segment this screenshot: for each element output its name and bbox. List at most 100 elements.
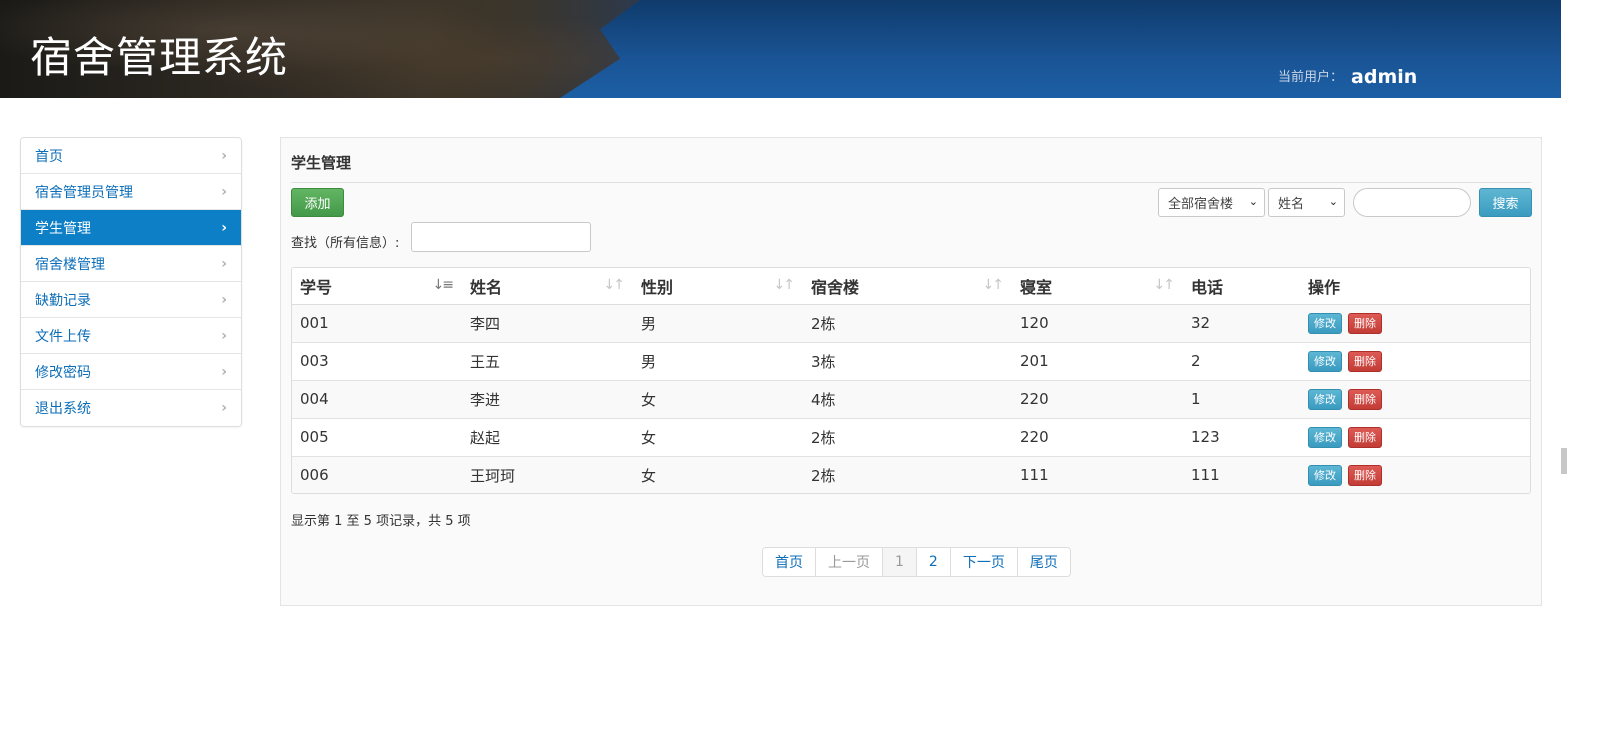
cell-phone: 111: [1183, 456, 1300, 493]
current-user-label: 当前用户：: [1278, 70, 1344, 85]
delete-button[interactable]: 删除: [1348, 388, 1382, 410]
cell-actions: 修改 删除: [1300, 456, 1530, 493]
cell-actions: 修改 删除: [1300, 418, 1530, 457]
search-input[interactable]: [1353, 188, 1471, 217]
cell-id: 001: [292, 304, 462, 343]
page-last[interactable]: 尾页: [1017, 548, 1070, 576]
search-button[interactable]: 搜索: [1479, 188, 1532, 217]
column-header-actions: 操作: [1300, 268, 1530, 305]
pagination: 首页 上一页 1 2 下一页 尾页: [762, 547, 1071, 577]
page-prev[interactable]: 上一页: [816, 548, 883, 576]
find-all-input[interactable]: [411, 222, 591, 252]
building-select[interactable]: 全部宿舍楼 ⌄: [1158, 188, 1265, 217]
column-header-id[interactable]: 学号 ↓≡: [292, 268, 462, 305]
sidebar-item-change-password[interactable]: 修改密码 ›: [21, 354, 241, 390]
sidebar-item-home[interactable]: 首页 ›: [21, 138, 241, 174]
cell-building: 2栋: [803, 418, 1012, 457]
chevron-down-icon: ⌄: [1328, 195, 1338, 208]
sidebar-item-building-management[interactable]: 宿舍楼管理 ›: [21, 246, 241, 282]
sidebar-item-label: 宿舍楼管理: [35, 256, 105, 273]
column-header-name[interactable]: 姓名 ↓↑: [462, 268, 633, 305]
add-button[interactable]: 添加: [291, 188, 344, 217]
cell-name: 赵起: [462, 418, 633, 457]
edit-button[interactable]: 修改: [1308, 388, 1342, 410]
building-select-value: 全部宿舍楼: [1168, 197, 1234, 212]
cell-gender: 女: [633, 418, 803, 457]
sidebar-item-file-upload[interactable]: 文件上传 ›: [21, 318, 241, 354]
cell-actions: 修改 删除: [1300, 304, 1530, 343]
column-header-label: 操作: [1308, 277, 1341, 297]
sidebar-item-admin-management[interactable]: 宿舍管理员管理 ›: [21, 174, 241, 210]
edit-button[interactable]: 修改: [1308, 426, 1342, 448]
cell-room: 111: [1012, 456, 1183, 493]
table-row: 005 赵起 女 2栋 220 123 修改 删除: [292, 418, 1530, 457]
column-header-room[interactable]: 寝室 ↓↑: [1012, 268, 1183, 305]
page-next[interactable]: 下一页: [950, 548, 1018, 576]
cell-id: 005: [292, 418, 462, 457]
page-1[interactable]: 1: [883, 548, 917, 576]
chevron-right-icon: ›: [221, 147, 227, 164]
divider: [291, 182, 1531, 183]
cell-gender: 男: [633, 342, 803, 381]
column-header-building[interactable]: 宿舍楼 ↓↑: [803, 268, 1012, 305]
sidebar-item-label: 退出系统: [35, 401, 91, 417]
cell-room: 220: [1012, 418, 1183, 457]
table-row: 001 李四 男 2栋 120 32 修改 删除: [292, 304, 1530, 343]
sidebar-item-logout[interactable]: 退出系统 ›: [21, 390, 241, 426]
sidebar-item-label: 修改密码: [35, 364, 91, 381]
records-info: 显示第 1 至 5 项记录，共 5 项: [291, 514, 471, 529]
panel-title: 学生管理: [291, 154, 352, 172]
sidebar-item-label: 学生管理: [35, 220, 91, 237]
column-header-gender[interactable]: 性别 ↓↑: [633, 268, 803, 305]
column-header-label: 宿舍楼: [811, 277, 860, 297]
sidebar-item-label: 首页: [35, 148, 63, 165]
delete-button[interactable]: 删除: [1348, 464, 1382, 486]
cell-name: 王珂珂: [462, 456, 633, 493]
cell-building: 4栋: [803, 380, 1012, 419]
sidebar-item-label: 文件上传: [35, 328, 91, 345]
sidebar-item-label: 缺勤记录: [35, 292, 91, 309]
page-2[interactable]: 2: [916, 548, 951, 576]
sidebar-item-label: 宿舍管理员管理: [35, 184, 133, 201]
column-header-label: 姓名: [470, 277, 503, 297]
cell-name: 王五: [462, 342, 633, 381]
delete-button[interactable]: 删除: [1348, 426, 1382, 448]
cell-gender: 女: [633, 380, 803, 419]
edit-button[interactable]: 修改: [1308, 312, 1342, 334]
field-select-value: 姓名: [1278, 197, 1305, 212]
header-banner: 宿舍管理系统 当前用户： admin: [0, 0, 1561, 98]
current-user-name: admin: [1351, 66, 1418, 88]
page-first[interactable]: 首页: [763, 548, 816, 576]
sort-icon: ↓↑: [982, 277, 1005, 293]
cell-id: 003: [292, 342, 462, 381]
delete-button[interactable]: 删除: [1348, 312, 1382, 334]
cell-actions: 修改 删除: [1300, 342, 1530, 381]
cell-name: 李四: [462, 304, 633, 343]
cell-room: 120: [1012, 304, 1183, 343]
cell-id: 006: [292, 456, 462, 493]
app-title: 宿舍管理系统: [30, 33, 289, 82]
column-header-label: 电话: [1191, 277, 1224, 297]
chevron-right-icon: ›: [221, 219, 227, 236]
cell-building: 2栋: [803, 456, 1012, 493]
column-header-label: 学号: [300, 277, 333, 297]
chevron-right-icon: ›: [221, 363, 227, 380]
cell-phone: 2: [1183, 342, 1300, 381]
find-label: 查找（所有信息）:: [291, 236, 400, 251]
sidebar-item-student-management[interactable]: 学生管理 ›: [21, 210, 241, 246]
chevron-right-icon: ›: [221, 291, 227, 308]
cell-building: 2栋: [803, 304, 1012, 343]
delete-button[interactable]: 删除: [1348, 350, 1382, 372]
table-row: 004 李进 女 4栋 220 1 修改 删除: [292, 380, 1530, 419]
edit-button[interactable]: 修改: [1308, 464, 1342, 486]
sidebar-item-absence-records[interactable]: 缺勤记录 ›: [21, 282, 241, 318]
sidebar-nav: 首页 › 宿舍管理员管理 › 学生管理 › 宿舍楼管理 › 缺勤记录 › 文件上…: [20, 137, 242, 427]
cell-actions: 修改 删除: [1300, 380, 1530, 419]
scrollbar-thumb[interactable]: [1561, 448, 1567, 474]
field-select[interactable]: 姓名 ⌄: [1268, 188, 1345, 217]
chevron-right-icon: ›: [221, 400, 227, 416]
edit-button[interactable]: 修改: [1308, 350, 1342, 372]
cell-room: 201: [1012, 342, 1183, 381]
sort-icon: ↓↑: [603, 277, 626, 293]
cell-phone: 32: [1183, 304, 1300, 343]
